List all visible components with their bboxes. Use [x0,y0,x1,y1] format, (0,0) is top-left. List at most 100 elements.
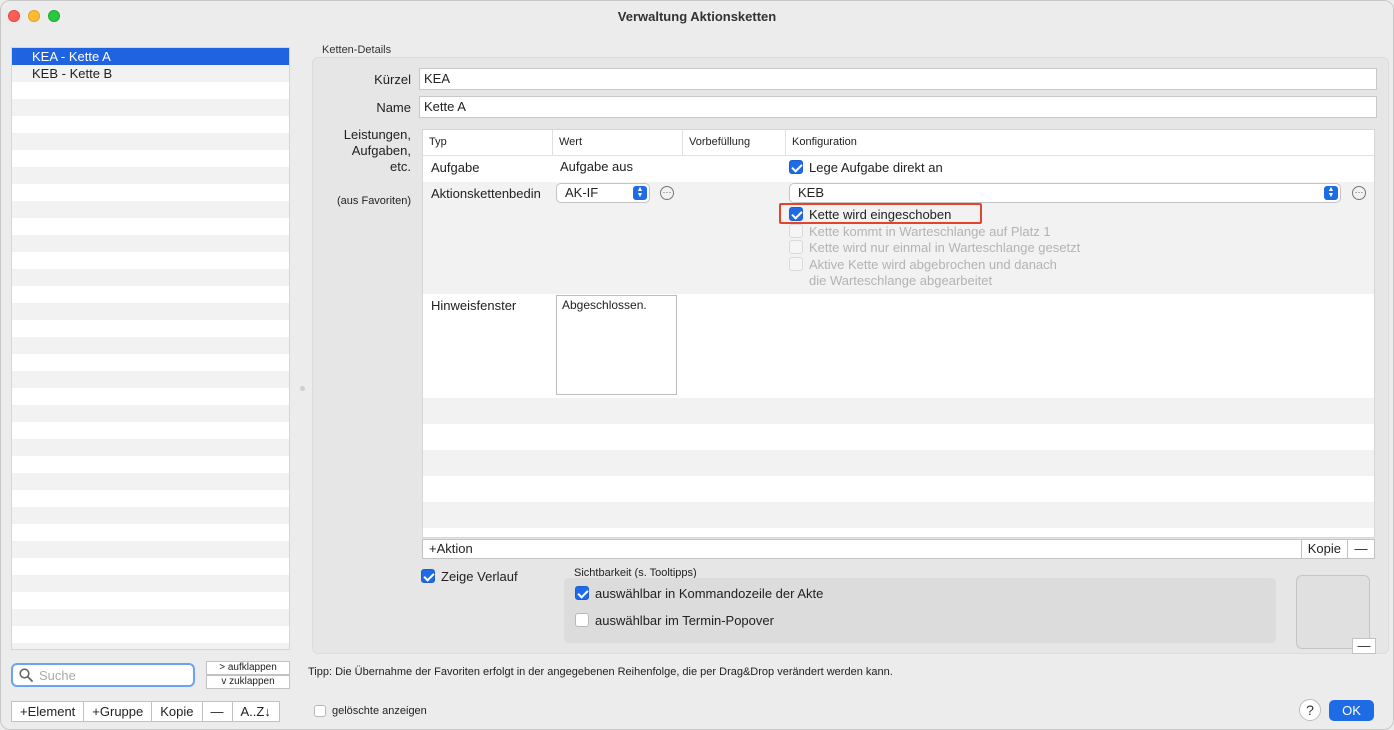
expand-all-button[interactable]: > aufklappen [206,661,290,675]
list-row-empty [12,337,289,354]
list-row-empty [12,150,289,167]
chevron-updown-icon: ▲ ▼ [633,186,647,200]
list-row-empty [12,405,289,422]
col-header-konfiguration[interactable]: Konfiguration [786,130,1374,155]
ak-if-select[interactable]: AK-IF ▲ ▼ [556,183,650,203]
table-row-empty [423,450,1374,476]
list-row-empty [12,575,289,592]
list-row-empty [12,99,289,116]
zeige-verlauf-checkbox[interactable]: Zeige Verlauf [421,569,518,584]
minimize-window-button[interactable] [28,10,40,22]
zeige-verlauf-label: Zeige Verlauf [441,569,518,584]
list-row-empty [12,439,289,456]
list-row-empty [12,609,289,626]
list-row-empty [12,626,289,643]
list-row-empty [12,184,289,201]
kommandozeile-checkbox[interactable]: auswählbar in Kommandozeile der Akte [575,586,823,601]
collapse-all-button[interactable]: v zuklappen [206,675,290,689]
row1-wert: Aufgabe aus [560,159,634,174]
list-row-empty [12,473,289,490]
window-controls [8,10,60,22]
table-row[interactable]: Aufgabe Aufgabe aus Lege Aufgabe direkt … [423,156,1374,182]
geloeschte-anzeigen-checkbox[interactable]: gelöschte anzeigen [314,705,427,717]
remove-image-button[interactable]: — [1352,638,1376,654]
option-label: Kette kommt in Warteschlange auf Platz 1 [809,224,1051,239]
ak-if-select-value: AK-IF [565,185,599,200]
sort-button[interactable]: A..Z↓ [233,702,279,721]
option-abbrechen: Aktive Kette wird abgebrochen und danach… [789,257,1057,289]
row2-typ: Aktionskettenbedin [431,186,541,201]
chain-list[interactable]: KEA - Kette A KEB - Kette B [11,47,290,650]
col-header-typ[interactable]: Typ [423,130,553,155]
option-einmal-warteschlange: Kette wird nur einmal in Warteschlange g… [789,240,1080,255]
more-options-icon[interactable]: ··· [1352,186,1366,200]
actions-table: Typ Wert Vorbefüllung Konfiguration Aufg… [422,129,1375,538]
list-toolbar: +Element +Gruppe Kopie — A..Z↓ [11,701,280,722]
remove-action-button[interactable]: — [1348,540,1374,558]
list-row-empty [12,524,289,541]
list-row-empty [12,422,289,439]
option-label: Kette wird nur einmal in Warteschlange g… [809,240,1081,255]
name-label: Name [376,100,411,115]
window: Verwaltung Aktionsketten KEA - Kette A K… [0,0,1394,730]
search-field[interactable] [11,663,195,687]
search-input[interactable] [39,667,179,683]
add-action-button[interactable]: +Aktion [423,540,1302,558]
col-header-wert[interactable]: Wert [553,130,683,155]
list-row-empty [12,592,289,609]
remove-button[interactable]: — [203,702,233,721]
ok-button[interactable]: OK [1329,700,1374,721]
list-row-empty [12,371,289,388]
tip-text: Tipp: Die Übernahme der Favoriten erfolg… [308,666,893,678]
name-field[interactable]: Kette A [419,96,1377,118]
help-button[interactable]: ? [1299,699,1321,721]
list-row-empty [12,133,289,150]
list-row-empty [12,541,289,558]
lege-aufgabe-label: Lege Aufgabe direkt an [809,160,943,175]
hinweis-textarea[interactable]: Abgeschlossen. [556,295,677,395]
list-row-empty [12,218,289,235]
list-row-empty [12,269,289,286]
highlight-frame [779,203,982,224]
more-options-icon[interactable]: ··· [660,186,674,200]
table-row-empty [423,502,1374,528]
termin-popover-checkbox[interactable]: auswählbar im Termin-Popover [575,613,774,628]
checkbox-disabled-icon [789,240,803,254]
kuerzel-field[interactable]: KEA [419,68,1377,90]
list-item[interactable]: KEB - Kette B [12,65,289,82]
list-row-empty [12,82,289,99]
col-header-vorbefuellung[interactable]: Vorbefüllung [683,130,786,155]
copy-action-button[interactable]: Kopie [1302,540,1348,558]
geloeschte-anzeigen-label: gelöschte anzeigen [332,705,427,717]
list-row-empty [12,303,289,320]
list-item[interactable]: KEA - Kette A [12,48,289,65]
chevron-updown-icon: ▲ ▼ [1324,186,1338,200]
list-row-empty [12,167,289,184]
list-row-empty [12,388,289,405]
zoom-window-button[interactable] [48,10,60,22]
table-row[interactable]: Hinweisfenster Abgeschlossen. [423,294,1374,398]
list-row-empty [12,354,289,371]
checkbox-unchecked-icon [314,705,326,717]
close-window-button[interactable] [8,10,20,22]
lege-aufgabe-checkbox[interactable]: Lege Aufgabe direkt an [789,160,943,175]
split-view-handle[interactable] [300,386,305,391]
table-row[interactable]: Aktionskettenbedin AK-IF ▲ ▼ ··· KEB ▲ ▼ ·… [423,182,1374,294]
row1-typ: Aufgabe [431,160,480,175]
details-group-title: Ketten-Details [322,44,392,56]
favoriten-label: (aus Favoriten) [337,195,411,207]
termin-popover-label: auswählbar im Termin-Popover [595,613,774,628]
leistungen-label: Leistungen, Aufgaben, etc. [343,127,411,174]
kuerzel-label: Kürzel [374,72,411,87]
row3-typ: Hinweisfenster [431,298,517,313]
titlebar: Verwaltung Aktionsketten [1,1,1393,31]
list-row-empty [12,456,289,473]
search-icon [19,668,33,682]
keb-select[interactable]: KEB ▲ ▼ [789,183,1341,203]
list-row-empty [12,490,289,507]
list-row-empty [12,201,289,218]
add-element-button[interactable]: +Element [12,702,85,721]
copy-button[interactable]: Kopie [152,702,203,721]
add-group-button[interactable]: +Gruppe [84,702,153,721]
list-row-empty [12,235,289,252]
